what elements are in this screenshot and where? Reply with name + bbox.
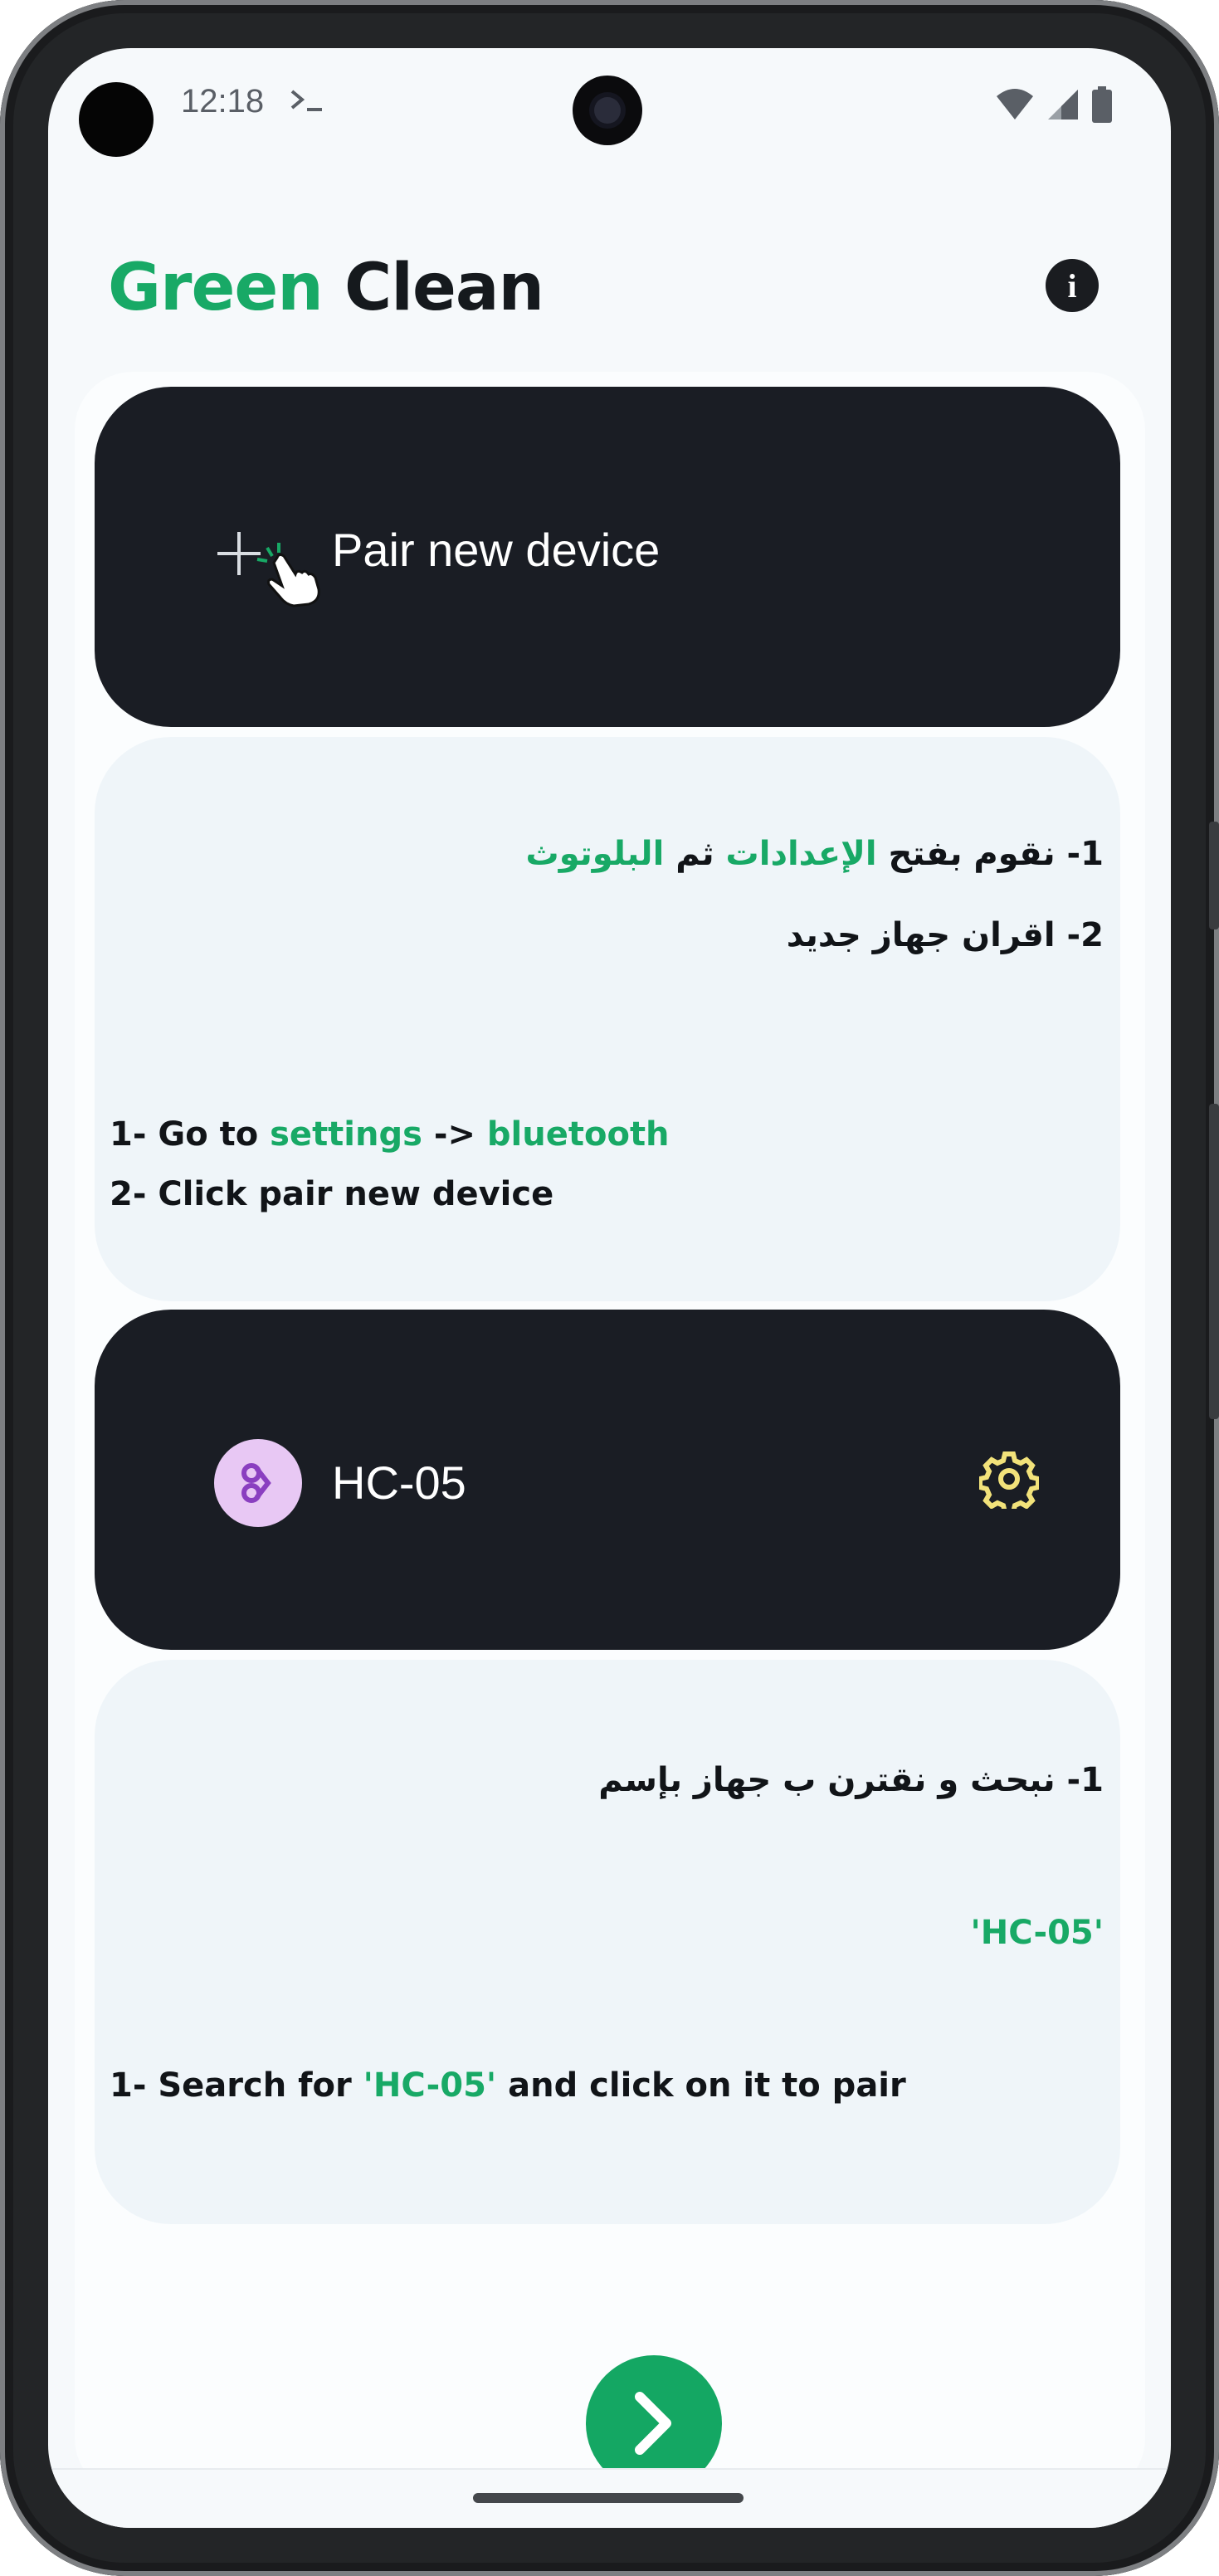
pair-new-device-label: Pair new device: [332, 524, 661, 576]
wifi-icon: [997, 89, 1033, 120]
device-card-hc05[interactable]: HC-05: [95, 1310, 1120, 1650]
hand-pointer-icon: [256, 543, 320, 607]
front-camera: [573, 76, 642, 145]
home-gesture-handle[interactable]: [473, 2493, 744, 2503]
instruction-ar-bluetooth: البلوتوث: [525, 835, 665, 873]
instruction-en-settings: settings: [270, 1115, 422, 1154]
instruction-en-text: 1- Search for: [110, 2066, 363, 2105]
instruction-ar-text: ثم: [664, 835, 726, 873]
instruction-ar-search: 1- نبحث و نقترن ب جهاز بإسم: [598, 1761, 1104, 1799]
device-avatar: [214, 1439, 302, 1527]
instruction-ar-device-name: 'HC-05': [970, 1914, 1104, 1952]
device-name: HC-05: [332, 1456, 466, 1509]
info-icon: i: [1067, 266, 1077, 305]
instruction-en-line-2: 2- Click pair new device: [110, 1175, 554, 1213]
volume-button: [1209, 1104, 1219, 1419]
battery-icon: [1092, 86, 1112, 123]
chevron-right-icon: [635, 2392, 671, 2455]
instruction-en-line-1: 1- Go to settings -> bluetooth: [110, 1115, 670, 1154]
phone-frame: 12:18 Green Clean i Pair new device 1- ن…: [0, 0, 1219, 2576]
instruction-ar-text: 1- نقوم بفتح: [876, 835, 1104, 873]
terminal-icon: [290, 90, 322, 111]
signal-icon: [1048, 90, 1078, 120]
instruction-ar-settings: الإعدادات: [725, 835, 877, 873]
bluetooth-device-icon: [241, 1463, 271, 1503]
gear-icon[interactable]: [979, 1449, 1039, 1509]
status-bar: 12:18: [48, 48, 1171, 173]
system-icons: [995, 86, 1113, 123]
pair-new-device-card[interactable]: Pair new device: [95, 387, 1120, 727]
instruction-en-device-name: 'HC-05': [363, 2066, 497, 2105]
instruction-ar-line-1: 1- نقوم بفتح الإعدادات ثم البلوتوث: [526, 835, 1104, 873]
instruction-en-text: and click on it to pair: [496, 2066, 906, 2105]
instruction-ar-line-2: 2- اقران جهاز جديد: [786, 916, 1104, 954]
app-title: Green Clean: [108, 251, 544, 325]
app-title-green: Green: [108, 251, 324, 325]
app-bar: Green Clean i: [48, 198, 1171, 325]
app-title-dark: Clean: [322, 251, 544, 325]
camera-cutout: [79, 82, 154, 157]
navigation-bar: [48, 2468, 1171, 2528]
info-button[interactable]: i: [1046, 259, 1099, 312]
instruction-en-search: 1- Search for 'HC-05' and click on it to…: [110, 2066, 906, 2105]
instructions-card-pairing: 1- نقوم بفتح الإعدادات ثم البلوتوث 2- اق…: [95, 737, 1120, 1301]
instructions-card-search: 1- نبحث و نقترن ب جهاز بإسم 'HC-05' 1- S…: [95, 1660, 1120, 2224]
instruction-en-bluetooth: bluetooth: [486, 1115, 670, 1154]
screen: 12:18 Green Clean i Pair new device 1- ن…: [48, 48, 1171, 2528]
instruction-en-arrow: ->: [422, 1115, 487, 1154]
instruction-en-text: 1- Go to: [110, 1115, 271, 1154]
status-time: 12:18: [181, 83, 265, 120]
power-button: [1209, 822, 1219, 929]
